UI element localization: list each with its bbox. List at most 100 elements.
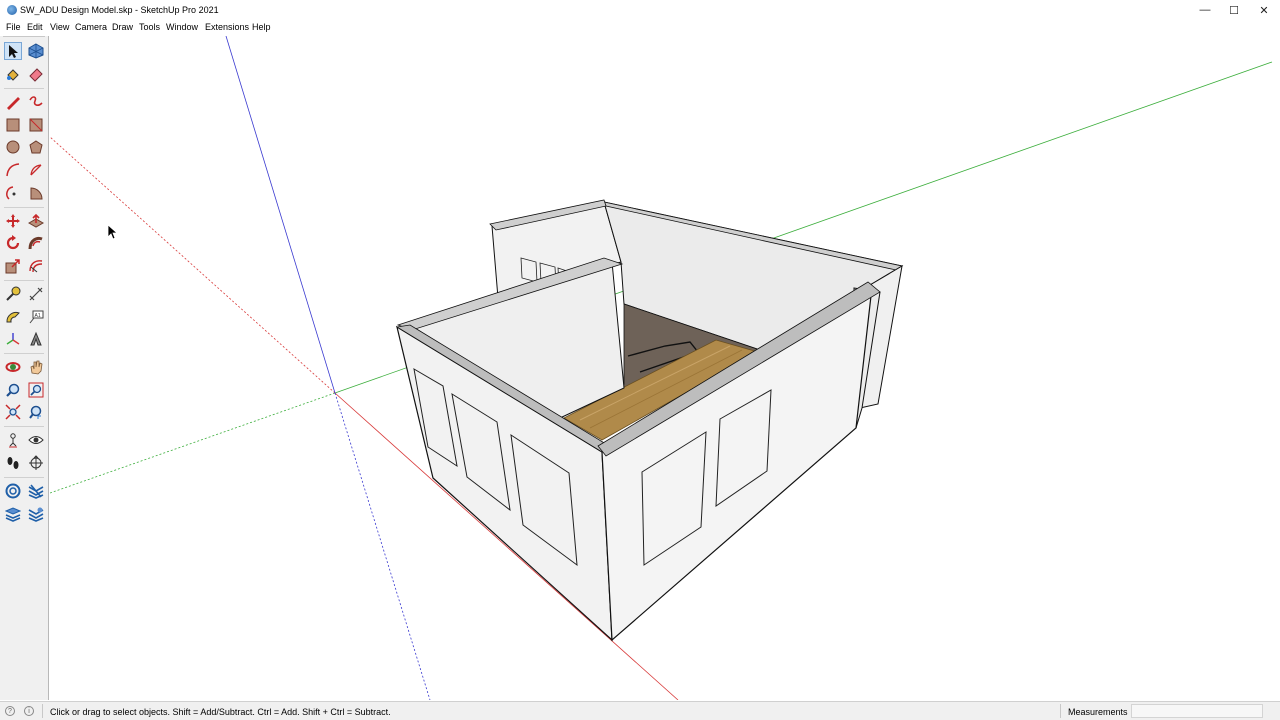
warehouse-icon [5,483,21,499]
tape-measure-icon [6,286,21,301]
toolbar-separator [4,207,44,208]
make-component-tool-button[interactable] [27,42,45,60]
rotate-icon [6,235,20,250]
look-around-tool-button[interactable] [27,431,45,449]
scale-tool-button[interactable] [4,257,22,275]
tape-measure-tool-button[interactable] [4,285,22,303]
three-point-arc-icon [6,186,16,200]
3d-text-tool-button[interactable] [27,330,45,348]
zoom-window-icon [28,382,44,398]
menu-view[interactable]: View [50,22,69,32]
toolbar-separator [4,353,44,354]
axes-tool-button[interactable] [4,330,22,348]
blue-axis-positive [225,36,336,394]
component-icon [28,43,44,59]
arrow-icon [9,45,18,58]
menu-extensions[interactable]: Extensions [205,22,249,32]
freehand-tool-button[interactable] [27,93,45,111]
rotated-rectangle-icon [29,118,43,132]
pan-tool-button[interactable] [27,358,45,376]
polygon-tool-button[interactable] [27,138,45,156]
measurements-label: Measurements [1068,707,1128,717]
zoom-tool-button[interactable] [4,381,22,399]
pencil-icon [7,97,20,110]
menu-file[interactable]: File [6,22,21,32]
extension-warehouse-icon [28,484,44,499]
zoom-window-tool-button[interactable] [27,381,45,399]
select-tool-button[interactable] [4,42,22,60]
zoom-extents-tool-button[interactable] [4,403,22,421]
three-point-arc-tool-button[interactable] [4,184,22,202]
scale-icon [5,259,20,274]
3d-warehouse-tool-button[interactable] [4,482,22,500]
line-tool-button[interactable] [4,93,22,111]
rectangle-tool-button[interactable] [4,116,22,134]
green-axis-negative [50,392,336,494]
title-bar: SW_ADU Design Model.skp - SketchUp Pro 2… [0,0,1280,20]
menu-edit[interactable]: Edit [27,22,43,32]
status-hint: Click or drag to select objects. Shift =… [50,707,391,717]
extension-warehouse-tool-button[interactable] [27,482,45,500]
offset-tool-button[interactable] [27,257,45,275]
previous-view-tool-button[interactable] [27,403,45,421]
move-icon [6,214,20,228]
arc-tool-button[interactable] [4,161,22,179]
model-viewport[interactable] [50,36,1280,700]
rotate-tool-button[interactable] [4,234,22,252]
maximize-button[interactable]: ☐ [1219,0,1249,20]
pie-tool-button[interactable] [27,184,45,202]
follow-me-tool-button[interactable] [27,234,45,252]
toolbar-separator [4,280,44,281]
eye-icon [28,436,44,444]
geo-location-icon[interactable]: ? [5,706,15,716]
status-separator [1060,704,1061,718]
footprints-icon [7,457,19,469]
eraser-tool-button[interactable] [27,65,45,83]
pie-icon [30,187,43,200]
protractor-tool-button[interactable] [4,308,22,326]
orbit-icon [5,362,21,372]
orbit-tool-button[interactable] [4,358,22,376]
polygon-icon [29,140,43,154]
measurements-input[interactable] [1131,704,1263,718]
paint-bucket-tool-button[interactable] [4,65,22,83]
rotated-rectangle-tool-button[interactable] [27,116,45,134]
section-plane-tool-button[interactable] [27,454,45,472]
model-canvas[interactable] [50,36,1280,700]
hand-icon [30,360,43,375]
mouse-cursor-icon [107,224,117,240]
menu-camera[interactable]: Camera [75,22,107,32]
menu-bar: File Edit View Camera Draw Tools Window … [0,20,1280,35]
status-separator [42,704,43,718]
extension-manager-tool-button[interactable] [27,505,45,523]
menu-window[interactable]: Window [166,22,198,32]
dimension-tool-button[interactable] [27,285,45,303]
text-tool-button[interactable]: A1 [27,308,45,326]
sketchup-logo-icon [7,5,17,15]
zoom-icon [6,383,20,397]
arc-icon [6,163,20,177]
position-camera-icon [9,433,17,448]
circle-icon [6,140,20,154]
minimize-button[interactable]: — [1190,0,1220,20]
extension-manager-icon [28,507,44,522]
position-camera-tool-button[interactable] [4,431,22,449]
two-point-arc-tool-button[interactable] [27,161,45,179]
menu-tools[interactable]: Tools [139,22,160,32]
toolbar-grip[interactable] [3,36,45,40]
zoom-extents-icon [5,404,21,420]
push-pull-tool-button[interactable] [27,212,45,230]
axes-icon [6,333,20,345]
toolbar-separator [4,88,44,89]
share-model-tool-button[interactable] [4,505,22,523]
menu-help[interactable]: Help [252,22,271,32]
circle-tool-button[interactable] [4,138,22,156]
red-axis-negative [50,136,336,394]
credits-icon[interactable]: i [24,706,34,716]
move-tool-button[interactable] [4,212,22,230]
blue-axis-negative [334,392,431,700]
close-button[interactable]: ✕ [1249,0,1279,20]
dimension-icon [29,287,43,301]
walk-tool-button[interactable] [4,454,22,472]
menu-draw[interactable]: Draw [112,22,133,32]
